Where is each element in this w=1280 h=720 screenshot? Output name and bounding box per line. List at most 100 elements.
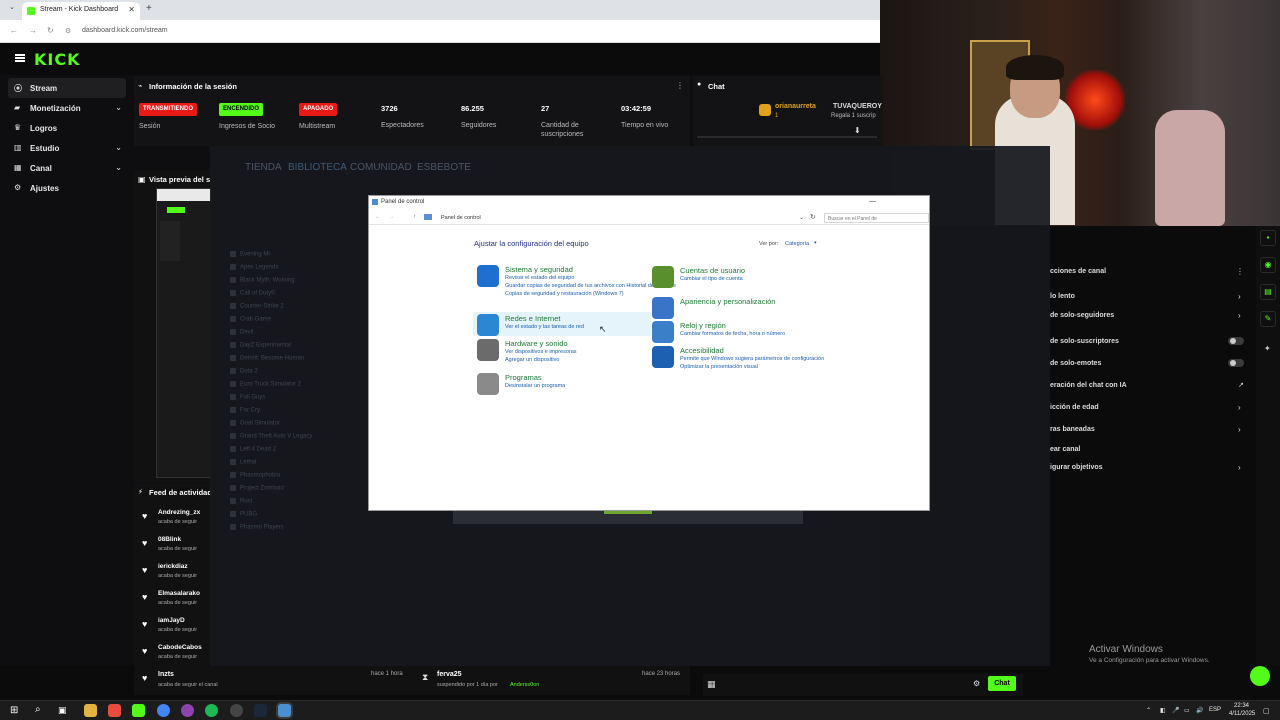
mod-by[interactable]: Anderss0on	[510, 682, 539, 688]
file-explorer-icon[interactable]	[84, 704, 97, 717]
channel-option[interactable]: igurar objetivos	[1050, 464, 1103, 471]
feed-user[interactable]: ierickdiaz	[158, 563, 188, 570]
chevron-right-icon[interactable]: ›	[1238, 403, 1241, 412]
tools-rail-icon[interactable]: ▤	[1260, 284, 1276, 300]
cp-category-link[interactable]: Copias de seguridad y restauración (Wind…	[505, 291, 624, 297]
app-icon[interactable]	[230, 704, 243, 717]
clock-date[interactable]: 4/11/2025	[1229, 711, 1255, 717]
steam-game-item[interactable]: Devil	[230, 329, 253, 336]
sidebar-item-estudio[interactable]: ▥ Estudio ⌄	[8, 138, 126, 158]
chat-rail-icon[interactable]: ▪	[1260, 230, 1276, 246]
feed-item[interactable]: ♥ iamJayD acaba de seguir	[142, 617, 212, 639]
cp-category-link[interactable]: Guardar copias de seguridad de tus archi…	[505, 283, 676, 289]
task-view-icon[interactable]: ▣	[58, 705, 67, 716]
feed-user[interactable]: Andrezing_zx	[158, 509, 200, 516]
steam-game-item[interactable]: Phasmo Players	[230, 524, 284, 531]
mod-user[interactable]: ferva25	[437, 671, 462, 678]
steam-game-item[interactable]: Grand Theft Auto V Legacy	[230, 433, 312, 440]
broadcast-rail-icon[interactable]: ◉	[1260, 257, 1276, 273]
cp-category-link[interactable]: Ver el estado y las tareas de red	[505, 324, 584, 330]
cp-category-link[interactable]: Agregar un dispositivo	[505, 357, 559, 363]
chevron-right-icon[interactable]: ›	[1238, 292, 1241, 301]
cp-category-link[interactable]: Desinstalar un programa	[505, 383, 565, 389]
channel-option[interactable]: lo lento	[1050, 293, 1075, 300]
feed-item[interactable]: ♥ 08Blink acaba de seguir	[142, 536, 212, 558]
sidebar-item-logros[interactable]: ♛ Logros	[8, 118, 126, 138]
feed-user[interactable]: 08Blink	[158, 536, 181, 543]
cp-category-link[interactable]: Cambiar formatos de fecha, hora o número	[680, 331, 785, 337]
cp-category-title[interactable]: Programas	[505, 373, 542, 382]
plugin-icon[interactable]: ✦	[1264, 344, 1271, 353]
chat-settings-icon[interactable]: ⚙	[973, 679, 980, 688]
volume-icon[interactable]: 🔊	[1196, 707, 1203, 714]
cp-category-title[interactable]: Accesibilidad	[680, 346, 724, 355]
steam-game-item[interactable]: DayZ Experimental	[230, 342, 291, 349]
steam-game-item[interactable]: Euro Truck Simulator 2	[230, 381, 301, 388]
display-icon[interactable]: ▭	[1184, 707, 1190, 714]
channel-option[interactable]: de solo-suscriptores	[1050, 338, 1119, 345]
new-tab-icon[interactable]: +	[146, 3, 152, 14]
cp-dropdown-icon[interactable]: ⌄	[799, 214, 804, 221]
channel-option[interactable]: ear canal	[1050, 446, 1080, 453]
chat-send-button[interactable]: Chat	[988, 676, 1016, 691]
channel-option[interactable]: de solo-emotes	[1050, 360, 1101, 367]
view-by-select[interactable]: Categoría	[785, 241, 809, 247]
chevron-right-icon[interactable]: ›	[1238, 463, 1241, 472]
tab-search-icon[interactable]: ⌄	[9, 3, 15, 11]
steam-game-item[interactable]: Crab Game	[230, 316, 271, 323]
spotify-icon[interactable]	[205, 704, 218, 717]
chevron-right-icon[interactable]: ›	[1238, 311, 1241, 320]
feed-user[interactable]: CabodeCabos	[158, 644, 202, 651]
clock-time[interactable]: 22:34	[1234, 703, 1249, 709]
notification-icon[interactable]: ▢	[1263, 707, 1270, 715]
steam-game-item[interactable]: Left 4 Dead 2	[230, 446, 276, 453]
feed-user[interactable]: iamJayD	[158, 617, 185, 624]
menu-icon[interactable]	[15, 54, 25, 62]
steam-nav-library[interactable]: BIBLIOTECA	[288, 162, 347, 173]
tray-chevron-icon[interactable]: ⌃	[1146, 707, 1151, 714]
mic-icon[interactable]: 🎤	[1172, 707, 1179, 714]
steam-game-item[interactable]: Dota 2	[230, 368, 258, 375]
scroll-down-icon[interactable]: ⬇	[854, 126, 861, 135]
forward-icon[interactable]: →	[29, 26, 37, 35]
feed-item[interactable]: ♥ Elmasalarako acaba de seguir	[142, 590, 212, 612]
toggle-switch[interactable]	[1228, 359, 1244, 367]
browser-tab[interactable]: Stream - Kick Dashboard ✕	[22, 2, 140, 20]
channel-option[interactable]: ras baneadas	[1050, 426, 1095, 433]
chat-user1[interactable]: orianaurreta	[775, 103, 816, 110]
cp-category-title[interactable]: Reloj y región	[680, 321, 726, 330]
feed-user[interactable]: Elmasalarako	[158, 590, 200, 597]
steam-game-item[interactable]: Rust	[230, 498, 252, 505]
wrench-rail-icon[interactable]: ✎	[1260, 311, 1276, 327]
toggle-switch[interactable]	[1228, 337, 1244, 345]
chrome-icon[interactable]	[157, 704, 170, 717]
channel-option[interactable]: de solo-seguidores	[1050, 312, 1114, 319]
calendar-icon[interactable]: ▦	[707, 679, 716, 690]
obs-icon[interactable]	[181, 704, 194, 717]
feed-item[interactable]: ♥ CabodeCabos acaba de seguir	[142, 644, 212, 666]
cp-forward-icon[interactable]: →	[389, 214, 395, 220]
channel-option[interactable]: icción de edad	[1050, 404, 1099, 411]
back-icon[interactable]: ←	[10, 26, 18, 35]
cp-category-link[interactable]: Permite que Windows sugiera parámetros d…	[680, 356, 824, 362]
cp-category-title[interactable]: Hardware y sonido	[505, 339, 568, 348]
url-input[interactable]: dashboard.kick.com/stream	[82, 27, 168, 34]
help-fab-icon[interactable]	[1250, 666, 1270, 686]
feed-item[interactable]: ♥ Andrezing_zx acaba de seguir	[142, 509, 212, 531]
steam-game-item[interactable]: Project Zomboid	[230, 485, 284, 492]
steam-game-item[interactable]: Evening Mi	[230, 251, 270, 258]
kick-logo[interactable]: KICK	[34, 50, 81, 69]
brave-icon[interactable]	[108, 704, 121, 717]
language-indicator[interactable]: ESP	[1209, 707, 1221, 713]
view-by-dropdown-icon[interactable]: ▾	[814, 240, 817, 246]
cp-category-link[interactable]: Revisar el estado del equipo	[505, 275, 574, 281]
start-icon[interactable]: ⊞	[10, 705, 18, 716]
cp-category-title[interactable]: Redes e Internet	[505, 314, 560, 323]
chat-user2[interactable]: TUVAQUEROY	[833, 103, 882, 110]
cp-up-icon[interactable]: ↑	[413, 214, 416, 220]
cp-category-link[interactable]: Ver dispositivos e impresoras	[505, 349, 577, 355]
sidebar-item-canal[interactable]: ▦ Canal ⌄	[8, 158, 126, 178]
close-tab-icon[interactable]: ✕	[128, 5, 135, 14]
steam-taskbar-icon[interactable]	[254, 704, 267, 717]
tray-app-icon[interactable]: ◧	[1160, 707, 1166, 714]
